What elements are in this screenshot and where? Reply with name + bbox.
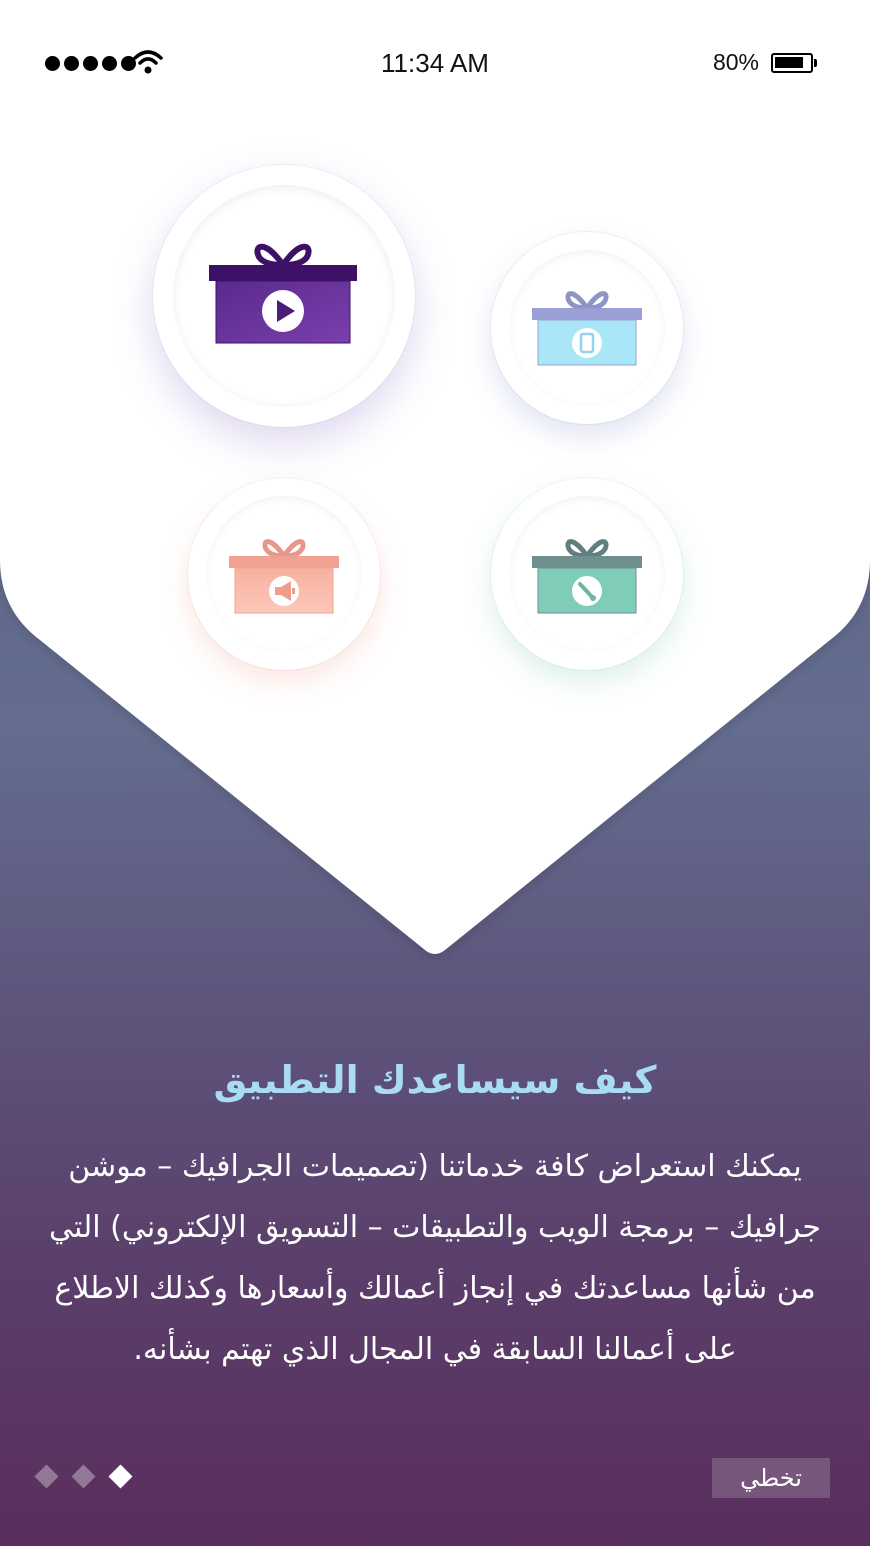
service-graphic-design-button[interactable] bbox=[491, 478, 683, 670]
page-indicator bbox=[34, 1464, 133, 1489]
onboarding-description: يمكنك استعراض كافة خدماتنا (تصميمات الجر… bbox=[49, 1149, 821, 1367]
mobile-gift-icon bbox=[532, 291, 642, 366]
status-bar: 11:34 AM 80% bbox=[0, 0, 870, 120]
skip-button[interactable]: تخطي bbox=[712, 1458, 830, 1498]
megaphone-gift-icon bbox=[229, 539, 339, 614]
page-dot-1[interactable] bbox=[34, 1464, 59, 1489]
page-dot-2[interactable] bbox=[71, 1464, 96, 1489]
video-gift-icon bbox=[209, 243, 357, 344]
service-marketing-button[interactable] bbox=[188, 478, 380, 670]
page-dot-3-active[interactable] bbox=[108, 1464, 133, 1489]
onboarding-screen: 11:34 AM 80% كيف سيساعدك التطبيق يمكنك ا… bbox=[0, 0, 870, 1546]
white-header-panel bbox=[0, 0, 870, 960]
service-video-button[interactable] bbox=[153, 165, 415, 427]
battery-icon bbox=[771, 53, 817, 73]
onboarding-title: كيف سيساعدك التطبيق bbox=[213, 1058, 657, 1102]
battery-percent: 80% bbox=[712, 49, 759, 75]
brush-gift-icon bbox=[532, 539, 642, 614]
service-mobile-apps-button[interactable] bbox=[491, 232, 683, 424]
